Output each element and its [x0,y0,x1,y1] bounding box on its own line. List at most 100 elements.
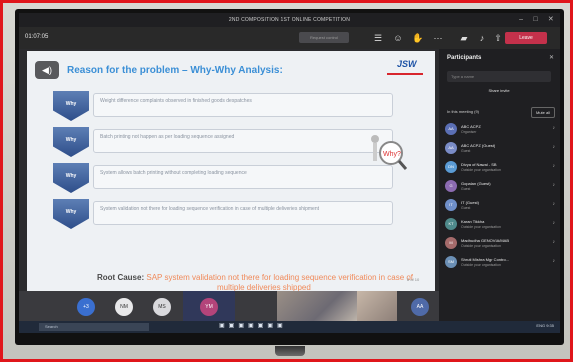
avatar: G [445,180,457,192]
participant-name: Shruti Mishra Mgr Contro... [461,257,510,262]
share-invite-button[interactable]: Share invite [447,85,551,96]
monitor-stand [275,346,305,356]
why-row-text: System allows batch printing without com… [93,165,393,189]
avatar: M [445,237,457,249]
avatar: AA [445,123,457,135]
why-row-text: System validation not there for loading … [93,201,393,225]
mic-icon: ♪ [552,258,556,264]
participants-panel: Participants ✕ Type a name Share invite … [439,49,560,333]
participant-role: Outside your organisation [461,263,501,267]
more-icon[interactable]: ⋯ [431,31,445,45]
figure-text: Why? [383,151,401,158]
mic-icon: ♪ [552,163,556,169]
screen: 2ND COMPOSITION 1ST ONLINE COMPETITION –… [19,13,560,333]
leave-button[interactable]: Leave [505,32,547,44]
shared-slide: ◀) Reason for the problem – Why-Why Anal… [27,51,435,292]
participant-item[interactable]: KT Karan Tikkha Outside your organisation ♪ [445,216,557,235]
mic-icon[interactable]: ♪ [475,31,489,45]
why-arrow: Why [53,91,89,121]
meeting-timer: 01:07:05 [25,34,49,40]
windows-taskbar: Search ▣▣▣▣▣▣▣ ENG 9:35 [19,321,560,333]
why-arrow: Why [53,163,89,193]
participant-name: ABC ACPZ (Guest) [461,143,496,148]
mute-all-button[interactable]: Mute all [531,107,555,118]
participant-name: Madhudha GENOVIA/MAB [461,238,510,243]
hand-icon[interactable]: ✋ [411,31,425,45]
participant-role: Guest [461,206,471,210]
root-cause: Root Cause: SAP system validation not th… [97,273,413,282]
monitor: 2ND COMPOSITION 1ST ONLINE COMPETITION –… [15,9,564,345]
people-icon[interactable]: ☺ [391,31,405,45]
annotation-frame: 2ND COMPOSITION 1ST ONLINE COMPETITION –… [0,0,573,362]
why-arrow: Why [53,199,89,229]
close-panel-icon[interactable]: ✕ [549,54,554,61]
meeting-toolbar: 01:07:05 Request control ☰ ☺ ✋ ⋯ ▰ ♪ ⇧ L… [19,27,560,49]
participant-item[interactable]: M Madhudha GENOVIA/MAB Outside your organi… [445,235,557,254]
close-icon[interactable]: ✕ [548,16,554,23]
participant-role: Guest [461,149,471,153]
root-cause-text: SAP system validation not there for load… [146,273,414,282]
avatar-aa[interactable]: AA [411,298,429,316]
participant-name: IT (Guest) [461,200,479,205]
avatar-nm[interactable]: NM [115,298,133,316]
window-title: 2ND COMPOSITION 1ST ONLINE COMPETITION [228,17,351,23]
avatar: DN [445,161,457,173]
participant-item[interactable]: IT IT (Guest) Guest ♪ [445,197,557,216]
system-tray: ENG 9:35 [536,323,554,328]
participant-item[interactable]: DN Divya of Nawal - SB Outside your organi… [445,159,557,178]
slide-title: Reason for the problem – Why-Why Analysi… [67,65,283,76]
avatar: IT [445,199,457,211]
participant-name: Divya of Nawal - SB [461,162,497,167]
minimize-icon[interactable]: – [519,16,523,23]
participant-role: Guest [461,187,471,191]
maximize-icon[interactable]: □ [533,16,537,23]
avatar: SM [445,256,457,268]
participant-name: Gopalan (Guest) [461,181,491,186]
taskbar-apps[interactable]: ▣▣▣▣▣▣▣ [219,322,287,329]
participant-item[interactable]: G Gopalan (Guest) Guest ♪ [445,178,557,197]
avatar-ym[interactable]: YM [200,298,218,316]
why-row-text: Weight difference complaints observed in… [93,93,393,117]
mic-icon: ♪ [552,239,556,245]
participant-role: Outside your organisation [461,168,501,172]
logo-underline [387,73,423,75]
jsw-logo: JSW [397,59,417,69]
participants-title: Participants [447,55,482,61]
speaker-icon[interactable]: ◀) [35,61,59,79]
participant-role: Outside your organisation [461,244,501,248]
camera-icon[interactable]: ▰ [457,31,471,45]
taskbar-search[interactable]: Search [39,323,149,331]
title-bar: 2ND COMPOSITION 1ST ONLINE COMPETITION –… [19,13,560,27]
chat-icon[interactable]: ☰ [371,31,385,45]
avatar: KT [445,218,457,230]
mic-icon: ♪ [552,182,556,188]
participant-name: Karan Tikkha [461,219,485,224]
in-meeting-label: In this meeting (9) [447,109,480,114]
participant-list: AA ABC ACPZ Organiser ♪ AA ABC ACPZ (Guest) Gu… [445,121,557,273]
page-number: 8 of 10 [407,277,420,282]
participant-item[interactable]: SM Shruti Mishra Mgr Contro... Outside you… [445,254,557,273]
overflow-avatar[interactable]: +3 [77,298,95,316]
participant-name: ABC ACPZ [461,124,481,129]
request-control-button[interactable]: Request control [299,32,349,43]
participant-item[interactable]: AA ABC ACPZ Organiser ♪ [445,121,557,140]
why-arrow: Why [53,127,89,157]
why-row-text: Batch printing not happen as per loading… [93,129,393,153]
magnifier-figure-icon: Why? [371,135,407,170]
participant-role: Outside your organisation [461,225,501,229]
root-cause-label: Root Cause: [97,273,145,282]
invite-input[interactable]: Type a name [447,71,551,82]
mic-icon: ♪ [552,144,556,150]
participant-video[interactable] [277,291,357,321]
mic-icon: ♪ [552,220,556,226]
participant-video-2[interactable] [357,291,397,321]
avatar: AA [445,142,457,154]
participant-role: Organiser [461,130,477,134]
participant-item[interactable]: AA ABC ACPZ (Guest) Guest ♪ [445,140,557,159]
mic-icon: ♪ [552,125,556,131]
avatar-ms[interactable]: MS [153,298,171,316]
video-strip: +3 NM MS YM AA [19,291,439,321]
share-icon[interactable]: ⇧ [491,31,505,45]
mic-icon: ♪ [552,201,556,207]
window-controls[interactable]: – □ ✕ [511,13,554,27]
